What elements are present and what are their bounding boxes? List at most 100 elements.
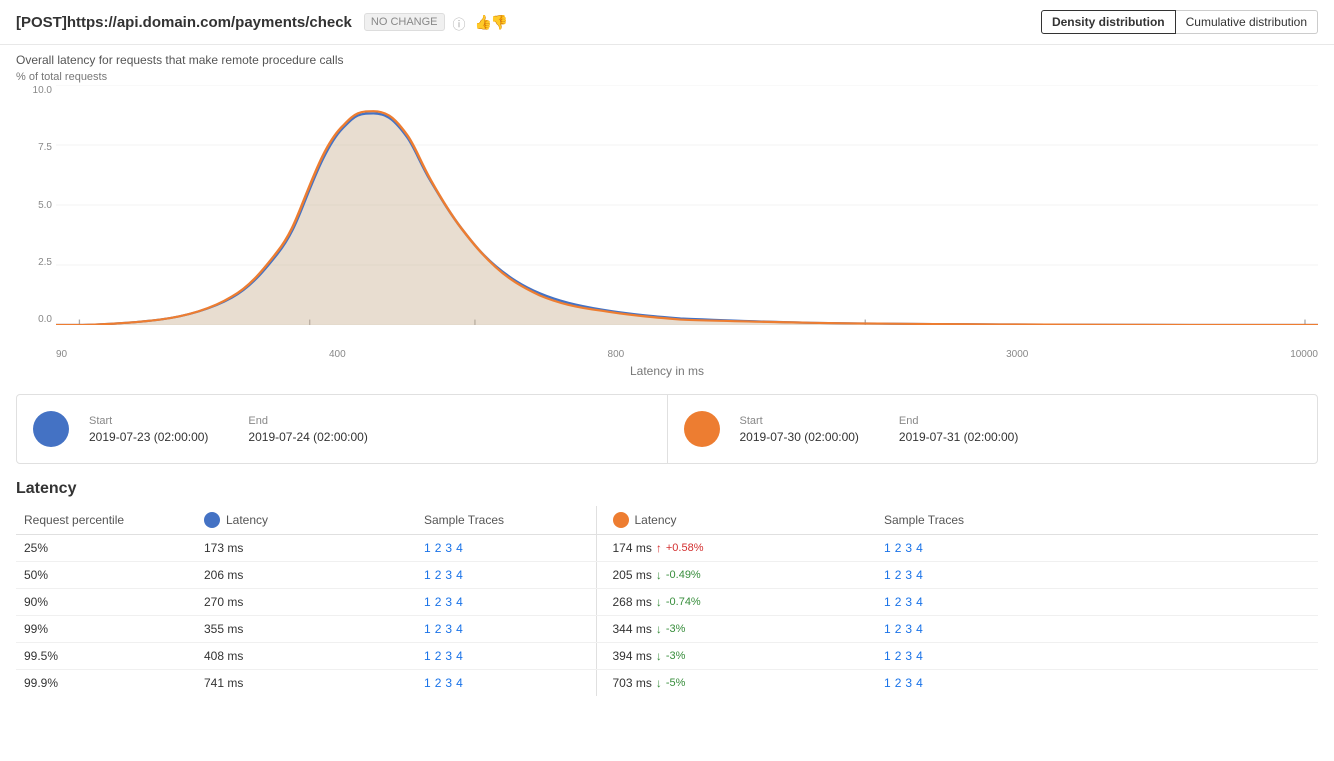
latency-table: Request percentile Latency Sample Traces… xyxy=(16,506,1318,696)
trace-link-orange[interactable]: 4 xyxy=(916,595,923,609)
traces-blue-cell: 1234 xyxy=(416,562,596,589)
trace-link-blue[interactable]: 1 xyxy=(424,595,431,609)
trace-link-blue[interactable]: 2 xyxy=(435,568,442,582)
legend-start-right: Start 2019-07-30 (02:00:00) xyxy=(740,415,859,444)
traces-orange-cell: 1234 xyxy=(876,589,1318,616)
trace-link-blue[interactable]: 4 xyxy=(456,622,463,636)
trace-link-blue[interactable]: 1 xyxy=(424,676,431,690)
y-axis: 10.0 7.5 5.0 2.5 0.0 xyxy=(16,85,56,325)
table-row: 99.9% 741 ms 1234 703 ms ↓ -5% 1234 xyxy=(16,670,1318,697)
trace-link-orange[interactable]: 1 xyxy=(884,568,891,582)
trace-link-orange[interactable]: 4 xyxy=(916,541,923,555)
trace-link-blue[interactable]: 3 xyxy=(445,541,452,555)
latency-orange-cell: 703 ms ↓ -5% xyxy=(596,670,876,697)
traces-blue-cell: 1234 xyxy=(416,616,596,643)
latency-orange-cell: 174 ms ↑ +0.58% xyxy=(596,535,876,562)
col-header-latency-orange: Latency xyxy=(596,506,876,535)
trace-link-blue[interactable]: 2 xyxy=(435,676,442,690)
trace-link-orange[interactable]: 2 xyxy=(895,622,902,636)
trace-link-orange[interactable]: 2 xyxy=(895,595,902,609)
trace-link-orange[interactable]: 2 xyxy=(895,676,902,690)
table-row: 50% 206 ms 1234 205 ms ↓ -0.49% 1234 xyxy=(16,562,1318,589)
legend-section: Start 2019-07-23 (02:00:00) End 2019-07-… xyxy=(16,394,1318,464)
x-tick-label: 400 xyxy=(329,349,346,360)
traces-orange-cell: 1234 xyxy=(876,616,1318,643)
trace-link-blue[interactable]: 1 xyxy=(424,649,431,663)
legend-left: Start 2019-07-23 (02:00:00) End 2019-07-… xyxy=(17,395,668,463)
y-tick: 0.0 xyxy=(38,314,52,325)
traces-blue-cell: 1234 xyxy=(416,535,596,562)
trace-link-orange[interactable]: 1 xyxy=(884,622,891,636)
latency-blue-cell: 270 ms xyxy=(196,589,416,616)
latency-orange-cell: 205 ms ↓ -0.49% xyxy=(596,562,876,589)
trace-link-blue[interactable]: 2 xyxy=(435,649,442,663)
chart-svg-container xyxy=(56,85,1318,325)
trace-link-blue[interactable]: 3 xyxy=(445,595,452,609)
trace-link-blue[interactable]: 4 xyxy=(456,595,463,609)
table-row: 90% 270 ms 1234 268 ms ↓ -0.74% 1234 xyxy=(16,589,1318,616)
trace-link-blue[interactable]: 2 xyxy=(435,622,442,636)
latency-orange-cell: 394 ms ↓ -3% xyxy=(596,643,876,670)
y-tick: 7.5 xyxy=(38,142,52,153)
trace-link-orange[interactable]: 1 xyxy=(884,541,891,555)
trace-link-blue[interactable]: 2 xyxy=(435,595,442,609)
percentile-cell: 99.9% xyxy=(16,670,196,697)
chart-subtitle: Overall latency for requests that make r… xyxy=(0,45,1334,71)
info-icon: ⓘ xyxy=(453,14,469,30)
legend-info-left: Start 2019-07-23 (02:00:00) End 2019-07-… xyxy=(89,415,368,444)
trace-link-orange[interactable]: 1 xyxy=(884,676,891,690)
status-badge: NO CHANGE xyxy=(364,13,445,31)
trace-link-orange[interactable]: 4 xyxy=(916,649,923,663)
percentile-cell: 99% xyxy=(16,616,196,643)
legend-end-right: End 2019-07-31 (02:00:00) xyxy=(899,415,1018,444)
legend-dot-orange xyxy=(684,411,720,447)
thumbs-up-icon[interactable]: 👍 xyxy=(475,14,491,30)
trace-link-orange[interactable]: 1 xyxy=(884,649,891,663)
trace-link-orange[interactable]: 3 xyxy=(905,595,912,609)
trace-link-blue[interactable]: 2 xyxy=(435,541,442,555)
thumbs-down-icon[interactable]: 👎 xyxy=(491,14,507,30)
latency-orange-cell: 344 ms ↓ -3% xyxy=(596,616,876,643)
trace-link-blue[interactable]: 3 xyxy=(445,622,452,636)
trace-link-orange[interactable]: 3 xyxy=(905,622,912,636)
trace-link-blue[interactable]: 1 xyxy=(424,541,431,555)
trace-link-blue[interactable]: 3 xyxy=(445,676,452,690)
trace-link-orange[interactable]: 3 xyxy=(905,649,912,663)
trace-link-blue[interactable]: 1 xyxy=(424,622,431,636)
trace-link-orange[interactable]: 4 xyxy=(916,622,923,636)
trace-link-orange[interactable]: 3 xyxy=(905,541,912,555)
traces-blue-cell: 1234 xyxy=(416,589,596,616)
trace-link-blue[interactable]: 4 xyxy=(456,649,463,663)
latency-blue-cell: 355 ms xyxy=(196,616,416,643)
trace-link-orange[interactable]: 3 xyxy=(905,568,912,582)
cumulative-distribution-button[interactable]: Cumulative distribution xyxy=(1176,10,1318,34)
x-tick-label: 800 xyxy=(608,349,625,360)
y-tick: 5.0 xyxy=(38,200,52,211)
trace-link-orange[interactable]: 4 xyxy=(916,676,923,690)
trace-link-blue[interactable]: 4 xyxy=(456,541,463,555)
trace-link-blue[interactable]: 4 xyxy=(456,676,463,690)
x-tick-label: 10000 xyxy=(1290,349,1318,360)
percentile-cell: 25% xyxy=(16,535,196,562)
col-header-traces-orange: Sample Traces xyxy=(876,506,1318,535)
trace-link-blue[interactable]: 4 xyxy=(456,568,463,582)
chart-area: 10.0 7.5 5.0 2.5 0.0 xyxy=(0,85,1334,345)
trace-link-orange[interactable]: 3 xyxy=(905,676,912,690)
trace-link-orange[interactable]: 4 xyxy=(916,568,923,582)
trace-link-orange[interactable]: 1 xyxy=(884,595,891,609)
legend-info-right: Start 2019-07-30 (02:00:00) End 2019-07-… xyxy=(740,415,1019,444)
density-distribution-button[interactable]: Density distribution xyxy=(1041,10,1176,34)
trace-link-blue[interactable]: 3 xyxy=(445,649,452,663)
legend-end-left: End 2019-07-24 (02:00:00) xyxy=(248,415,367,444)
col-header-latency-blue: Latency xyxy=(196,506,416,535)
legend-end-value-left: 2019-07-24 (02:00:00) xyxy=(248,430,367,444)
table-row: 99% 355 ms 1234 344 ms ↓ -3% 1234 xyxy=(16,616,1318,643)
trace-link-orange[interactable]: 2 xyxy=(895,649,902,663)
trace-link-blue[interactable]: 3 xyxy=(445,568,452,582)
latency-orange-cell: 268 ms ↓ -0.74% xyxy=(596,589,876,616)
legend-start-value-left: 2019-07-23 (02:00:00) xyxy=(89,430,208,444)
latency-blue-cell: 741 ms xyxy=(196,670,416,697)
trace-link-orange[interactable]: 2 xyxy=(895,568,902,582)
trace-link-orange[interactable]: 2 xyxy=(895,541,902,555)
trace-link-blue[interactable]: 1 xyxy=(424,568,431,582)
